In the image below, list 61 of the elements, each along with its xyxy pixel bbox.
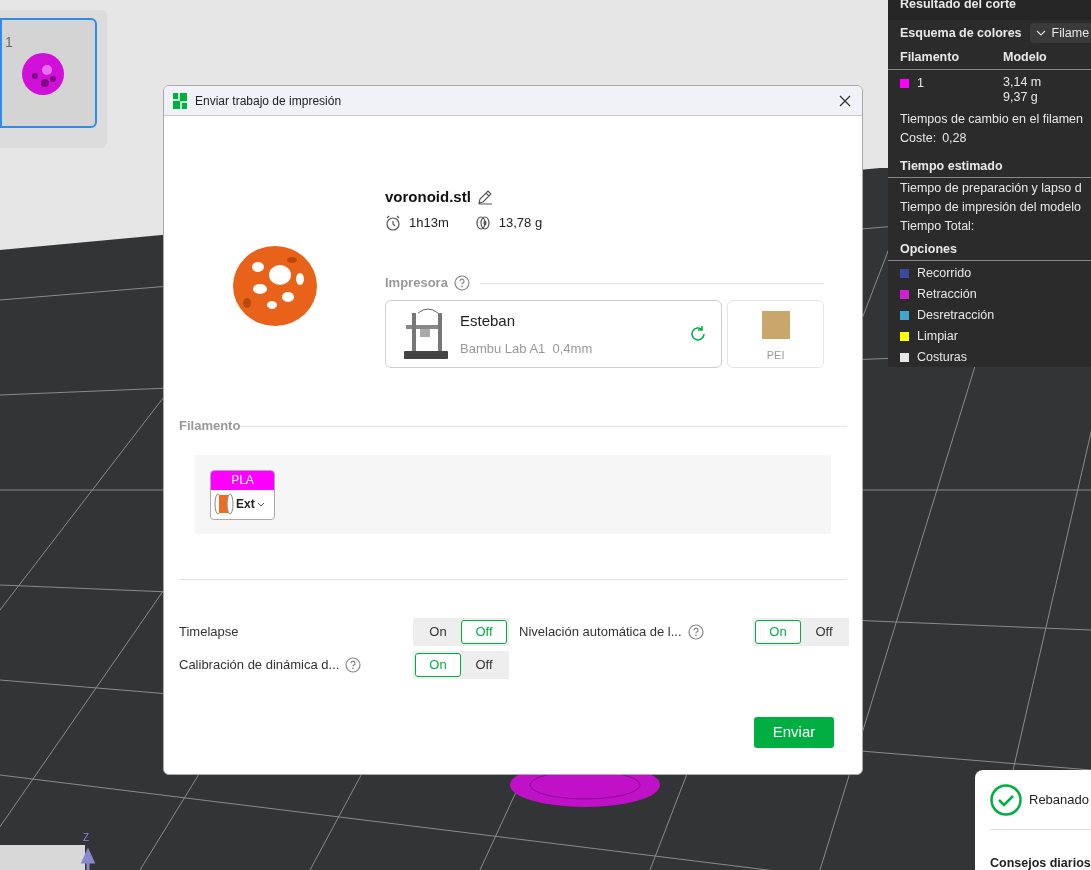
app-logo-icon — [173, 92, 187, 109]
filament-length: 3,14 m — [1003, 75, 1042, 90]
edit-icon[interactable] — [476, 189, 493, 205]
legend-label: Limpiar — [917, 328, 958, 346]
filament-type: PLA — [211, 470, 274, 490]
print-time: 1h13m — [409, 214, 449, 233]
filament-id: 1 — [917, 74, 924, 92]
legend-label: Recorrido — [917, 265, 972, 283]
cost-label: Coste: — [900, 130, 937, 147]
time-row-text: Tiempo de preparación y lapso d — [900, 180, 1079, 197]
filament-spool-icon — [474, 215, 491, 231]
plate-swatch — [761, 311, 790, 339]
section-title: Tiempo estimado — [900, 158, 1003, 176]
chevron-down-icon — [1035, 30, 1046, 36]
plate-number: 1 — [5, 33, 13, 52]
filament-weight: 9,37 g — [1003, 90, 1039, 105]
time-row-text: Tiempo de impresión del modelo — [900, 199, 1079, 216]
plate-thumbnail[interactable]: 1 — [0, 18, 97, 128]
legend-label: Retracción — [917, 286, 977, 304]
legend-label: Desretracción — [917, 307, 995, 325]
filament-slot-label: Ext — [236, 496, 255, 513]
alarm-clock-icon — [385, 215, 401, 231]
time-row-text: Tiempo Total: — [900, 218, 976, 235]
spool-icon — [214, 493, 234, 515]
toggle-option[interactable]: On — [415, 620, 461, 644]
toggle-option[interactable]: Off — [461, 653, 507, 677]
cost-value: 0,28 — [942, 130, 967, 147]
color-scheme-label: Esquema de colores — [900, 24, 1022, 42]
option-label: Timelapse — [179, 623, 239, 642]
color-scheme-dropdown[interactable]: Filame — [1029, 23, 1091, 43]
close-icon — [839, 94, 851, 107]
check-circle-icon — [990, 783, 1022, 816]
model-preview-icon — [231, 245, 318, 327]
printer-model: Bambu Lab A1 0,4mm — [460, 339, 594, 358]
window-title: Enviar trabajo de impresión — [195, 92, 343, 110]
file-name: voronoid.stl — [385, 186, 471, 207]
legend-label: Costuras — [917, 349, 968, 367]
help-icon[interactable] — [345, 657, 362, 673]
status-text: Rebanado — [1029, 790, 1089, 809]
help-icon[interactable] — [453, 275, 470, 291]
panel-title: Resultado del corte — [900, 0, 1016, 14]
option-label: Calibración de dinámica d... — [179, 656, 340, 675]
model-thumbnail-icon — [21, 52, 65, 96]
section-heading: Impresora — [385, 274, 448, 293]
plate-type: PEI — [766, 348, 785, 363]
help-icon[interactable] — [687, 624, 704, 640]
column-header: Modelo — [1003, 49, 1047, 67]
refresh-icon[interactable] — [689, 325, 708, 343]
toggle-option[interactable]: Off — [801, 620, 847, 644]
printer-card[interactable]: Esteban Bambu Lab A1 0,4mm — [385, 300, 723, 368]
axis-label: Z — [83, 831, 90, 845]
filament-slot[interactable]: PLA Ext — [210, 469, 275, 520]
tips-title: Consejos diarios — [990, 856, 1091, 870]
option-label: Nivelación automática de l... — [519, 623, 682, 642]
filament-change-times: Tiempos de cambio en el filamen — [900, 112, 1083, 126]
printer-name: Esteban — [460, 311, 517, 331]
section-title: Opciones — [900, 241, 957, 259]
column-header: Filamento — [900, 49, 961, 67]
chevron-down-icon — [256, 501, 265, 507]
section-heading: Filamento — [179, 417, 241, 436]
filament-weight: 13,78 g — [498, 214, 543, 233]
